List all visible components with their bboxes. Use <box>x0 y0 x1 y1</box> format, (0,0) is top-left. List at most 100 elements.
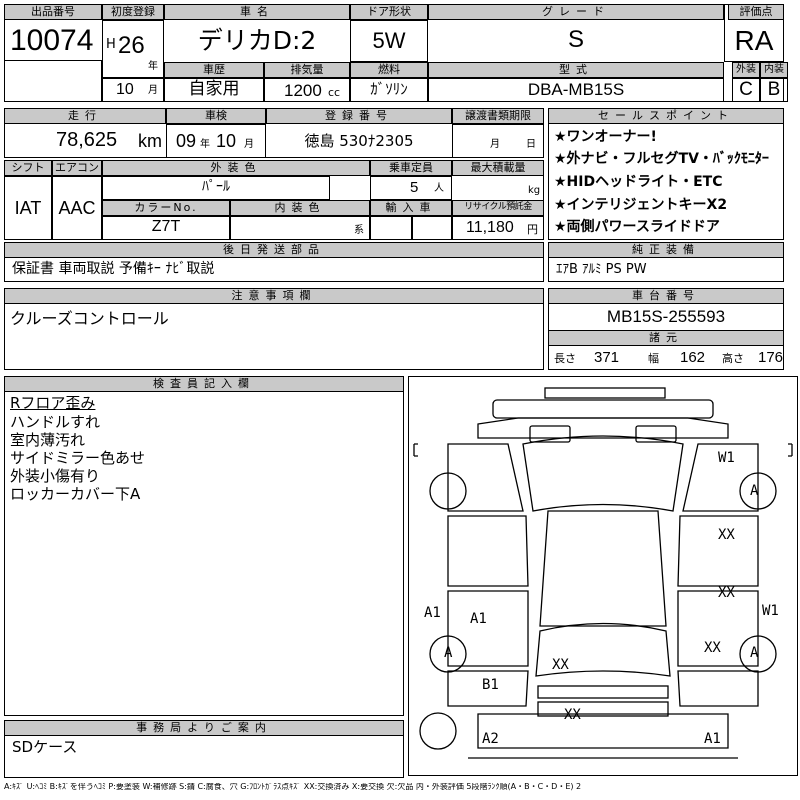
inspector-line: サイドミラー色あせ <box>10 449 146 467</box>
mark-xx-front-right-door: XX <box>718 527 735 543</box>
color-no: Z7T <box>151 218 181 235</box>
length: 371 <box>594 349 620 366</box>
inspector-line: ハンドルすれ <box>10 413 101 431</box>
inspector-line: Rフロア歪み <box>10 394 96 412</box>
notes: クルーズコントロール <box>10 309 169 328</box>
model-label: 型式 <box>428 62 724 78</box>
transfer-day-unit: 日 <box>526 139 536 150</box>
front-panel-shape <box>492 399 714 419</box>
int-grade: B <box>767 79 781 100</box>
inspect-year-unit: 年 <box>200 139 210 150</box>
rear-skirt-shape <box>477 713 729 749</box>
spare-tire-shape <box>419 712 457 750</box>
door-type: 5W <box>372 28 406 53</box>
mark-a-rear-right-tire: A <box>750 645 759 661</box>
car-diagram <box>413 387 793 759</box>
bonnet-shape <box>477 417 729 439</box>
transfer-month-unit: 月 <box>490 139 500 150</box>
reg-month-unit: 月 <box>148 85 158 96</box>
inspector-line: ロッカーカバー下A <box>10 485 141 503</box>
transfer-label: 譲渡書類期限 <box>452 108 544 124</box>
plate: 徳島 530ﾅ2305 <box>304 132 414 150</box>
height: 176 <box>758 349 784 366</box>
ac: AAC <box>58 198 96 218</box>
import-cell-b <box>412 216 452 240</box>
selling-point: ★外ナビ・フルセグTV・ﾊﾞｯｸﾓﾆﾀｰ <box>554 151 769 167</box>
disp-label: 排気量 <box>264 62 350 78</box>
chassis-label: 車台番号 <box>548 288 784 304</box>
selling-point: ★インテリジェントキーX2 <box>554 197 728 213</box>
mileage-unit: km <box>138 131 162 151</box>
rear-panel-right-shape <box>677 670 759 707</box>
grade: S <box>567 26 584 53</box>
import-cell-a <box>370 216 412 240</box>
selling-point: ★ワンオーナー! <box>554 129 657 145</box>
mileage: 78,625 <box>56 129 118 151</box>
door-label: ドア形状 <box>350 4 428 20</box>
int-color-cell <box>230 216 370 240</box>
car-name: デリカD:2 <box>197 26 317 55</box>
color-label: 外装色 <box>102 160 370 176</box>
width-label: 幅 <box>648 352 659 365</box>
load-unit: kg <box>528 185 541 196</box>
mirror-bracket-right-shape <box>788 443 793 457</box>
color: ﾊﾟｰﾙ <box>202 179 230 195</box>
inspect-month: 10 <box>216 131 237 151</box>
mirror-bracket-left-shape <box>413 443 418 457</box>
equip-label: 純正装備 <box>548 242 784 258</box>
ext-grade: C <box>739 79 753 100</box>
mark-xx-bumper: XX <box>564 707 581 723</box>
lot-label: 出品番号 <box>4 4 102 20</box>
history-label: 車歴 <box>164 62 264 78</box>
front-bumper-shape <box>544 387 666 399</box>
roof-shape <box>539 510 667 627</box>
color-no-label: カラーNo. <box>102 200 230 216</box>
int-color-unit: 系 <box>354 225 364 236</box>
selling-point: ★両側パワースライドドア <box>554 219 720 235</box>
lot-lower-cell <box>4 60 102 102</box>
displacement: 1200 <box>284 81 322 100</box>
mark-xx-rear-right: XX <box>704 640 721 656</box>
dims-label: 諸元 <box>548 330 784 346</box>
capacity-label: 乗車定員 <box>370 160 452 176</box>
shift-label: シフト <box>4 160 52 176</box>
recycle-unit: 円 <box>527 223 538 236</box>
reg-era: H <box>106 37 116 52</box>
rear-gate-shape <box>537 685 669 699</box>
inspector-label: 検査員記入欄 <box>4 376 404 392</box>
selling-point: ★HIDヘッドライト・ETC <box>554 174 723 190</box>
mark-xx-cargo: XX <box>552 657 569 673</box>
recycle: 11,180 <box>466 219 514 236</box>
int-color-label: 内装色 <box>230 200 370 216</box>
mark-b1: B1 <box>482 677 499 693</box>
reg-year: 26 <box>118 32 145 59</box>
lot-number: 10074 <box>10 24 94 57</box>
mark-xx-rear-right-door: XX <box>718 585 735 601</box>
mark-a1-bottom: A1 <box>704 731 721 747</box>
windscreen-shape <box>522 435 684 512</box>
inspect-month-unit: 月 <box>244 139 254 150</box>
reg-label: 初度登録 <box>102 4 164 20</box>
fuel-label: 燃料 <box>350 62 428 78</box>
import-label: 輸入車 <box>370 200 452 216</box>
mileage-label: 走行 <box>4 108 166 124</box>
fuel: ｶﾞｿﾘﾝ <box>370 80 408 98</box>
selling-label: セールスポイント <box>548 108 784 124</box>
name-label: 車名 <box>164 4 350 20</box>
rear-quarter-left-shape <box>447 590 529 667</box>
width: 162 <box>680 349 706 366</box>
chassis-number: MB15S-255593 <box>606 307 726 326</box>
load-label: 最大積載量 <box>452 160 544 176</box>
mark-a-rear-left-tire: A <box>444 645 453 661</box>
notes-label: 注意事項欄 <box>4 288 544 304</box>
mark-a2: A2 <box>482 731 499 747</box>
disp-unit: cc <box>328 86 341 99</box>
mark-a-front-right-tire: A <box>750 483 759 499</box>
capacity: 5 <box>410 179 419 196</box>
reg-month: 10 <box>116 81 134 98</box>
history: 自家用 <box>188 79 240 99</box>
int-label: 内装 <box>760 62 788 78</box>
ext-label: 外装 <box>732 62 760 78</box>
capacity-unit: 人 <box>434 183 444 194</box>
rating: RA <box>734 25 774 56</box>
